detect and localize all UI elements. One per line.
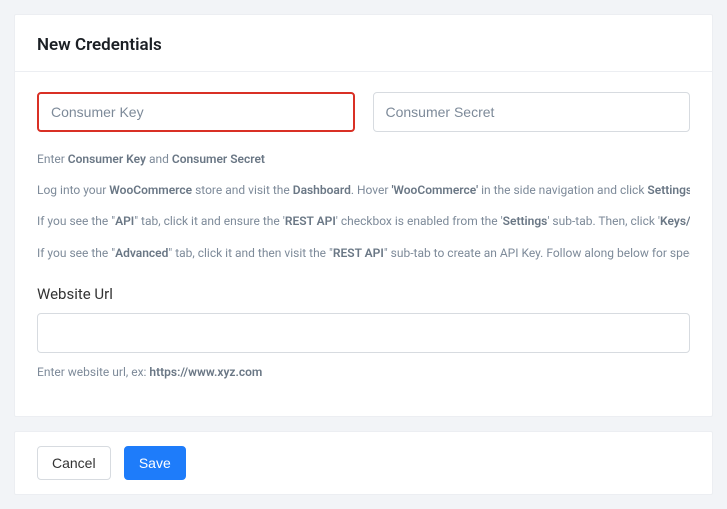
helper-line-3: If you see the "API" tab, click it and e… — [37, 212, 690, 231]
website-url-helper: Enter website url, ex: https://www.xyz.c… — [37, 363, 690, 382]
helper-line-4: If you see the "Advanced" tab, click it … — [37, 244, 690, 263]
page-title: New Credentials — [15, 35, 690, 55]
save-button[interactable]: Save — [124, 446, 186, 480]
key-secret-row — [37, 92, 690, 132]
consumer-key-input[interactable] — [37, 92, 355, 132]
action-bar: Cancel Save — [14, 431, 713, 495]
helper-line-2: Log into your WooCommerce store and visi… — [37, 181, 690, 200]
credentials-card: New Credentials Enter Consumer Key and C… — [14, 14, 713, 417]
consumer-secret-input[interactable] — [373, 92, 691, 132]
cancel-button[interactable]: Cancel — [37, 446, 111, 480]
website-url-label: Website Url — [37, 285, 690, 303]
website-url-input[interactable] — [37, 313, 690, 353]
helper-line-1: Enter Consumer Key and Consumer Secret — [37, 150, 690, 169]
